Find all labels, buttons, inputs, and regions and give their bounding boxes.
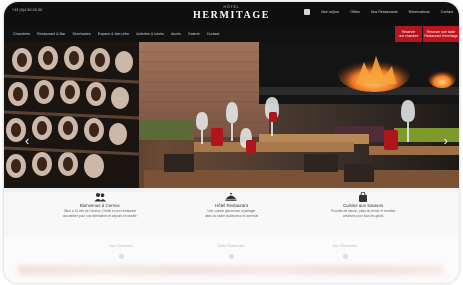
lower-card-label: Nos Chambres (109, 244, 133, 248)
lower-section: Nos Chambres Notre Restaurant Nos Sémina… (4, 236, 459, 283)
book-table-label-2: Restaurant Hermitage (424, 34, 458, 38)
feature-desc-line: dans un cadre chaleureux et convivial (204, 214, 259, 219)
circle-icon (228, 254, 234, 259)
nav-item-acces[interactable]: Accès (171, 32, 181, 36)
hotel-logo[interactable]: HÔTEL HERMITAGE (193, 5, 270, 21)
logo-subtitle: HÔTEL (223, 5, 240, 9)
hero-restaurant-image (4, 42, 459, 192)
nav-item-bien-etre[interactable]: Espace & bien-être (98, 32, 129, 36)
nav-item-activites[interactable]: Activités & loisirs (136, 32, 164, 36)
hero-slider: ‹ › (4, 42, 459, 192)
phone-number[interactable]: +33 (0)4 50 00 00 (12, 8, 42, 12)
logo-title: HERMITAGE (193, 10, 270, 21)
lower-card-restaurant[interactable]: Notre Restaurant (186, 244, 276, 259)
top-link-sejour[interactable]: Mon séjour (321, 10, 339, 14)
top-links: Mon séjour Offres Nos Restaurants Réserv… (304, 9, 453, 15)
top-header: +33 (0)4 50 00 00 HÔTEL HERMITAGE Mon sé… (4, 2, 459, 26)
nav-item-galerie[interactable]: Galerie (188, 32, 200, 36)
blurred-gallery-strip (18, 265, 443, 275)
lower-card-seminars[interactable]: Nos Séminaires (300, 244, 390, 259)
bag-icon (303, 192, 423, 202)
top-link-restaurants[interactable]: Nos Restaurants (371, 10, 398, 14)
feature-desc-line: créatives pour tous les goûts (342, 214, 384, 219)
feature-desc-line: Situé à 15 min de Genève, l'Hôtel et son… (63, 209, 136, 213)
dish-icon (171, 192, 291, 202)
nav-item-contact[interactable]: Contact (207, 32, 220, 36)
group-icon (40, 192, 160, 202)
feature-title: Hôtel Restaurant (215, 203, 248, 208)
nav-item-chambres[interactable]: Chambres (13, 32, 30, 36)
book-table-button[interactable]: Réserver une table Restaurant Hermitage (423, 26, 459, 42)
features-strip: Bienvenue à Cernex Situé à 15 min de Gen… (4, 188, 459, 236)
feature-desc-line: accueillent pour vos séminaires et séjou… (62, 214, 137, 219)
browser-frame: +33 (0)4 50 00 00 HÔTEL HERMITAGE Mon sé… (4, 2, 459, 283)
feature-welcome: Bienvenue à Cernex Situé à 15 min de Gen… (40, 188, 160, 236)
feature-desc-line: Une cuisine généreuse à partager (207, 209, 256, 213)
circle-icon (118, 254, 124, 259)
feature-cuisine: Cuisine aux Saveurs Produits de saison, … (303, 188, 423, 236)
feature-title: Bienvenue à Cernex (79, 203, 120, 208)
top-link-reservations[interactable]: Réservations (409, 10, 430, 14)
nav-item-restaurant[interactable]: Restaurant & Bar (37, 32, 65, 36)
book-room-label-2: une chambre (398, 34, 419, 38)
lower-card-label: Nos Séminaires (332, 244, 358, 248)
slider-next-button[interactable]: › (444, 134, 448, 147)
feature-restaurant: Hôtel Restaurant Une cuisine généreuse à… (171, 188, 291, 236)
lower-card-rooms[interactable]: Nos Chambres (76, 244, 166, 259)
top-link-contact[interactable]: Contact (441, 10, 453, 14)
feature-title: Cuisine aux Saveurs (343, 203, 384, 208)
slider-prev-button[interactable]: ‹ (25, 134, 29, 147)
circle-icon (342, 254, 348, 259)
book-room-button[interactable]: Réserver une chambre (395, 26, 422, 42)
top-link-offres[interactable]: Offres (350, 10, 360, 14)
facebook-icon[interactable] (304, 9, 311, 15)
lower-card-label: Notre Restaurant (217, 244, 245, 248)
main-nav: Chambres Restaurant & Bar Séminaires Esp… (4, 26, 459, 42)
nav-item-seminaires[interactable]: Séminaires (72, 32, 90, 36)
feature-desc-line: Produits de saison, plats du terroir et … (331, 209, 396, 213)
